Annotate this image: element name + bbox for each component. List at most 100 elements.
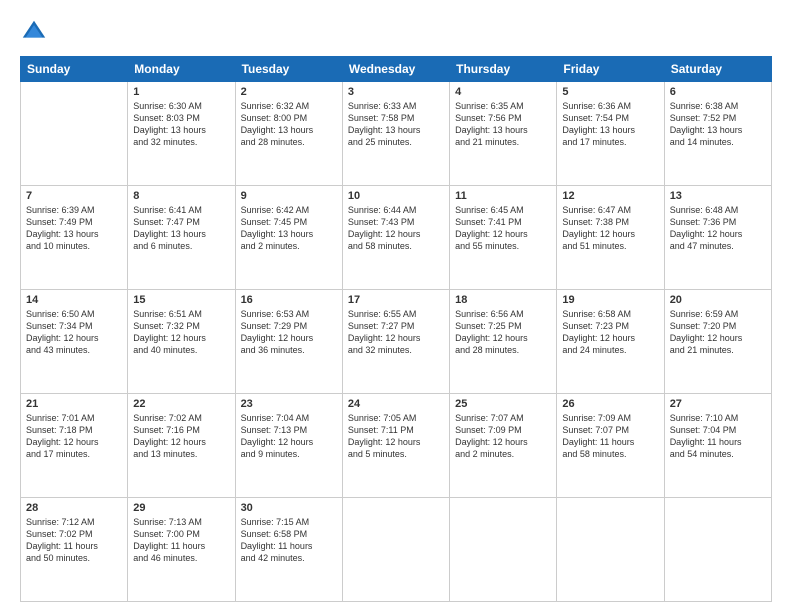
- day-number: 21: [26, 398, 122, 410]
- calendar-cell: 10Sunrise: 6:44 AM Sunset: 7:43 PM Dayli…: [342, 186, 449, 290]
- day-number: 2: [241, 86, 337, 98]
- column-header-friday: Friday: [557, 57, 664, 82]
- calendar-cell: [450, 498, 557, 602]
- cell-info: Sunrise: 6:51 AM Sunset: 7:32 PM Dayligh…: [133, 308, 229, 357]
- day-number: 7: [26, 190, 122, 202]
- cell-info: Sunrise: 6:30 AM Sunset: 8:03 PM Dayligh…: [133, 100, 229, 149]
- calendar-header-row: SundayMondayTuesdayWednesdayThursdayFrid…: [21, 57, 772, 82]
- day-number: 3: [348, 86, 444, 98]
- calendar-cell: 3 Sunrise: 6:33 AM Sunset: 7:58 PM Daylig…: [342, 82, 449, 186]
- cell-info: Sunrise: 7:05 AM Sunset: 7:11 PM Dayligh…: [348, 412, 444, 461]
- day-number: 19: [562, 294, 658, 306]
- day-number: 4: [455, 86, 551, 98]
- day-number: 24: [348, 398, 444, 410]
- day-number: 26: [562, 398, 658, 410]
- day-number: 12: [562, 190, 658, 202]
- cell-info: Sunrise: 6:59 AM Sunset: 7:20 PM Dayligh…: [670, 308, 766, 357]
- day-number: 29: [133, 502, 229, 514]
- calendar-cell: 26 Sunrise: 7:09 AM Sunset: 7:07 PM Dayli…: [557, 394, 664, 498]
- header: [20, 18, 772, 46]
- calendar-cell: 14 Sunrise: 6:50 AM Sunset: 7:34 PM Dayli…: [21, 290, 128, 394]
- calendar-cell: 29 Sunrise: 7:13 AM Sunset: 7:00 PM Dayli…: [128, 498, 235, 602]
- cell-info: Sunrise: 7:15 AM Sunset: 6:58 PM Dayligh…: [241, 516, 337, 565]
- calendar-cell: 27Sunrise: 7:10 AM Sunset: 7:04 PM Dayli…: [664, 394, 771, 498]
- cell-info: Sunrise: 7:09 AM Sunset: 7:07 PM Dayligh…: [562, 412, 658, 461]
- cell-info: Sunrise: 6:45 AM Sunset: 7:41 PM Dayligh…: [455, 204, 551, 253]
- cell-info: Sunrise: 6:53 AM Sunset: 7:29 PM Dayligh…: [241, 308, 337, 357]
- day-number: 20: [670, 294, 766, 306]
- day-number: 30: [241, 502, 337, 514]
- day-number: 15: [133, 294, 229, 306]
- calendar-cell: 9 Sunrise: 6:42 AM Sunset: 7:45 PM Daylig…: [235, 186, 342, 290]
- day-number: 17: [348, 294, 444, 306]
- column-header-sunday: Sunday: [21, 57, 128, 82]
- cell-info: Sunrise: 7:12 AM Sunset: 7:02 PM Dayligh…: [26, 516, 122, 565]
- cell-info: Sunrise: 6:33 AM Sunset: 7:58 PM Dayligh…: [348, 100, 444, 149]
- calendar-cell: 11 Sunrise: 6:45 AM Sunset: 7:41 PM Dayli…: [450, 186, 557, 290]
- column-header-saturday: Saturday: [664, 57, 771, 82]
- column-header-monday: Monday: [128, 57, 235, 82]
- calendar-cell: 6Sunrise: 6:38 AM Sunset: 7:52 PM Daylig…: [664, 82, 771, 186]
- day-number: 25: [455, 398, 551, 410]
- cell-info: Sunrise: 6:50 AM Sunset: 7:34 PM Dayligh…: [26, 308, 122, 357]
- cell-info: Sunrise: 7:02 AM Sunset: 7:16 PM Dayligh…: [133, 412, 229, 461]
- calendar-week-1: 1 Sunrise: 6:30 AM Sunset: 8:03 PM Daylig…: [21, 82, 772, 186]
- day-number: 14: [26, 294, 122, 306]
- calendar-cell: 19 Sunrise: 6:58 AM Sunset: 7:23 PM Dayli…: [557, 290, 664, 394]
- calendar-cell: [21, 82, 128, 186]
- calendar-cell: 12 Sunrise: 6:47 AM Sunset: 7:38 PM Dayli…: [557, 186, 664, 290]
- calendar-cell: 21 Sunrise: 7:01 AM Sunset: 7:18 PM Dayli…: [21, 394, 128, 498]
- calendar-cell: 4 Sunrise: 6:35 AM Sunset: 7:56 PM Daylig…: [450, 82, 557, 186]
- logo: [20, 18, 50, 46]
- cell-info: Sunrise: 6:42 AM Sunset: 7:45 PM Dayligh…: [241, 204, 337, 253]
- calendar-table: SundayMondayTuesdayWednesdayThursdayFrid…: [20, 56, 772, 602]
- day-number: 8: [133, 190, 229, 202]
- cell-info: Sunrise: 6:55 AM Sunset: 7:27 PM Dayligh…: [348, 308, 444, 357]
- calendar-cell: 18Sunrise: 6:56 AM Sunset: 7:25 PM Dayli…: [450, 290, 557, 394]
- calendar-week-2: 7 Sunrise: 6:39 AM Sunset: 7:49 PM Daylig…: [21, 186, 772, 290]
- calendar-cell: 23Sunrise: 7:04 AM Sunset: 7:13 PM Dayli…: [235, 394, 342, 498]
- calendar-cell: 28Sunrise: 7:12 AM Sunset: 7:02 PM Dayli…: [21, 498, 128, 602]
- cell-info: Sunrise: 6:48 AM Sunset: 7:36 PM Dayligh…: [670, 204, 766, 253]
- calendar-cell: 1 Sunrise: 6:30 AM Sunset: 8:03 PM Daylig…: [128, 82, 235, 186]
- cell-info: Sunrise: 6:36 AM Sunset: 7:54 PM Dayligh…: [562, 100, 658, 149]
- cell-info: Sunrise: 6:39 AM Sunset: 7:49 PM Dayligh…: [26, 204, 122, 253]
- calendar-cell: 24 Sunrise: 7:05 AM Sunset: 7:11 PM Dayli…: [342, 394, 449, 498]
- cell-info: Sunrise: 6:56 AM Sunset: 7:25 PM Dayligh…: [455, 308, 551, 357]
- calendar-cell: 20 Sunrise: 6:59 AM Sunset: 7:20 PM Dayli…: [664, 290, 771, 394]
- cell-info: Sunrise: 6:47 AM Sunset: 7:38 PM Dayligh…: [562, 204, 658, 253]
- day-number: 13: [670, 190, 766, 202]
- calendar-cell: 15 Sunrise: 6:51 AM Sunset: 7:32 PM Dayli…: [128, 290, 235, 394]
- day-number: 9: [241, 190, 337, 202]
- cell-info: Sunrise: 6:41 AM Sunset: 7:47 PM Dayligh…: [133, 204, 229, 253]
- day-number: 22: [133, 398, 229, 410]
- column-header-wednesday: Wednesday: [342, 57, 449, 82]
- calendar-cell: 2 Sunrise: 6:32 AM Sunset: 8:00 PM Daylig…: [235, 82, 342, 186]
- cell-info: Sunrise: 7:13 AM Sunset: 7:00 PM Dayligh…: [133, 516, 229, 565]
- day-number: 16: [241, 294, 337, 306]
- cell-info: Sunrise: 7:01 AM Sunset: 7:18 PM Dayligh…: [26, 412, 122, 461]
- cell-info: Sunrise: 7:07 AM Sunset: 7:09 PM Dayligh…: [455, 412, 551, 461]
- calendar-cell: [557, 498, 664, 602]
- day-number: 6: [670, 86, 766, 98]
- calendar-cell: 16 Sunrise: 6:53 AM Sunset: 7:29 PM Dayli…: [235, 290, 342, 394]
- cell-info: Sunrise: 6:58 AM Sunset: 7:23 PM Dayligh…: [562, 308, 658, 357]
- day-number: 23: [241, 398, 337, 410]
- cell-info: Sunrise: 6:32 AM Sunset: 8:00 PM Dayligh…: [241, 100, 337, 149]
- calendar-cell: 25 Sunrise: 7:07 AM Sunset: 7:09 PM Dayli…: [450, 394, 557, 498]
- calendar-cell: 7 Sunrise: 6:39 AM Sunset: 7:49 PM Daylig…: [21, 186, 128, 290]
- column-header-tuesday: Tuesday: [235, 57, 342, 82]
- calendar-cell: [664, 498, 771, 602]
- day-number: 1: [133, 86, 229, 98]
- logo-icon: [20, 18, 48, 46]
- day-number: 27: [670, 398, 766, 410]
- calendar-cell: 30 Sunrise: 7:15 AM Sunset: 6:58 PM Dayli…: [235, 498, 342, 602]
- cell-info: Sunrise: 6:44 AM Sunset: 7:43 PM Dayligh…: [348, 204, 444, 253]
- column-header-thursday: Thursday: [450, 57, 557, 82]
- calendar-cell: 22 Sunrise: 7:02 AM Sunset: 7:16 PM Dayli…: [128, 394, 235, 498]
- calendar-cell: 17 Sunrise: 6:55 AM Sunset: 7:27 PM Dayli…: [342, 290, 449, 394]
- calendar-cell: [342, 498, 449, 602]
- day-number: 11: [455, 190, 551, 202]
- cell-info: Sunrise: 6:35 AM Sunset: 7:56 PM Dayligh…: [455, 100, 551, 149]
- calendar-cell: 8 Sunrise: 6:41 AM Sunset: 7:47 PM Daylig…: [128, 186, 235, 290]
